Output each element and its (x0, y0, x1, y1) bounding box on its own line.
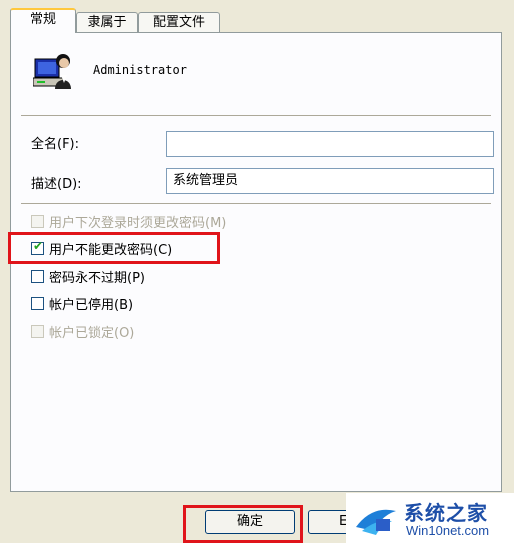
watermark-site: Win10net.com (406, 523, 490, 538)
watermark: 系统之家 Win10net.com (346, 493, 514, 543)
account-locked-checkbox (31, 324, 44, 338)
option-label: 帐户已停用(B) (49, 297, 134, 313)
account-disabled-checkbox[interactable] (31, 296, 44, 310)
tab-member-of[interactable]: 隶属于 (76, 12, 138, 32)
ok-highlight-box (183, 505, 303, 543)
logo-icon (356, 509, 396, 535)
tab-profile[interactable]: 配置文件 (138, 12, 220, 32)
highlight-box (8, 232, 220, 264)
option-label: 用户下次登录时须更改密码(M) (49, 215, 227, 231)
separator (21, 203, 491, 204)
full-name-label: 全名(F): (31, 137, 80, 152)
option-label: 帐户已锁定(O) (49, 325, 135, 341)
full-name-input[interactable] (166, 131, 494, 157)
password-never-expires-option[interactable]: 密码永不过期(P) (31, 266, 145, 286)
user-computer-icon (33, 54, 71, 89)
account-disabled-option[interactable]: 帐户已停用(B) (31, 293, 133, 313)
separator (21, 115, 491, 116)
must-change-password-checkbox (31, 214, 44, 228)
tab-general[interactable]: 常规 (10, 8, 76, 33)
option-label: 密码永不过期(P) (49, 270, 145, 286)
watermark-brand: 系统之家 (404, 501, 488, 525)
password-never-expires-checkbox[interactable] (31, 269, 44, 283)
description-input[interactable]: 系统管理员 (166, 168, 494, 194)
account-locked-option: 帐户已锁定(O) (31, 321, 134, 341)
description-label: 描述(D): (31, 177, 82, 192)
must-change-password-option: 用户下次登录时须更改密码(M) (31, 211, 226, 231)
username-label: Administrator (93, 63, 187, 77)
